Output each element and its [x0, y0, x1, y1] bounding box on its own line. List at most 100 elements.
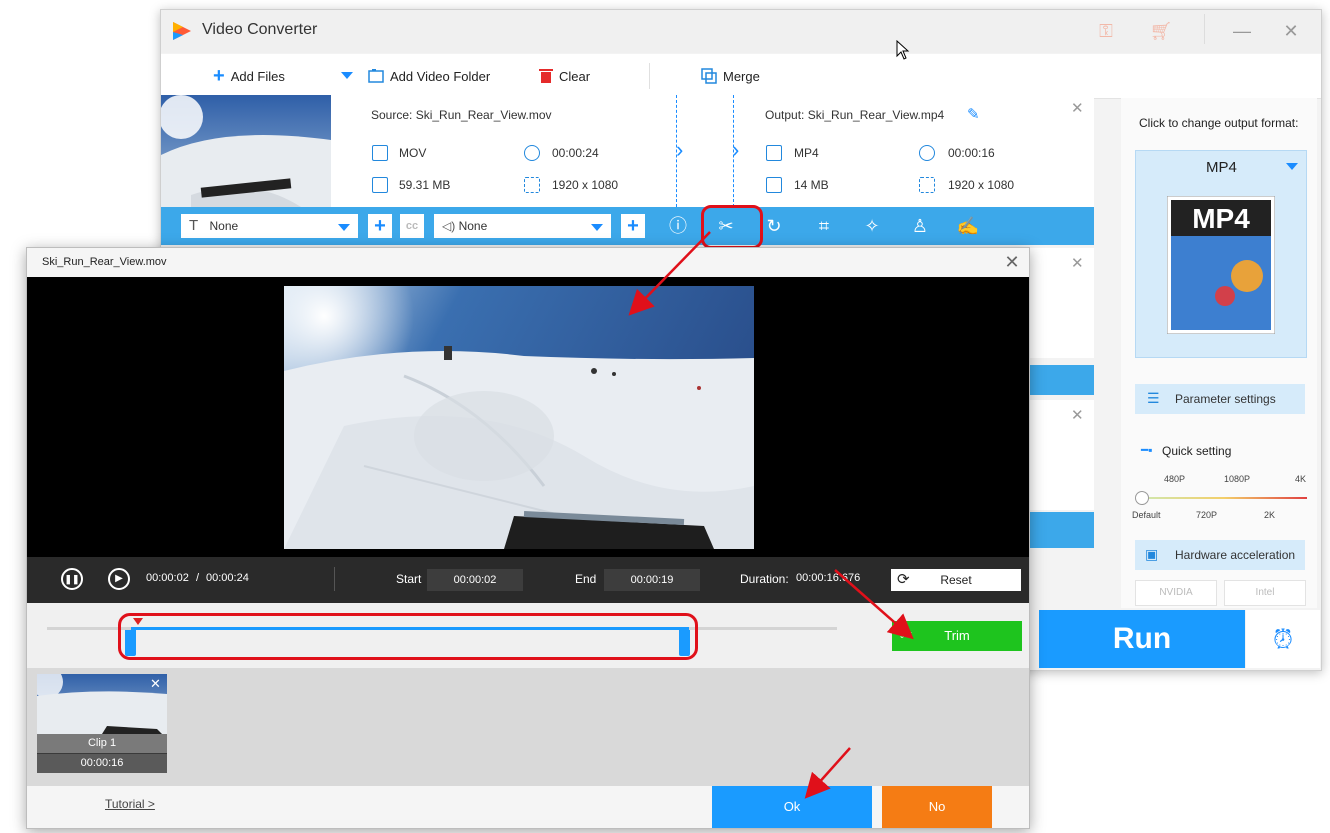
subtitle-select-value: None [209, 219, 239, 233]
scissors-icon: ✂ [900, 627, 913, 644]
ski-thumbnail-image [161, 95, 331, 207]
text-icon: T [189, 217, 199, 234]
add-video-folder-button[interactable]: Add Video Folder [368, 66, 490, 86]
playback-controls: ❚❚ ▶ 00:00:02 / 00:00:24 Start 00:00:02 … [27, 557, 1029, 603]
reset-button[interactable]: ⟳ Reset [891, 569, 1021, 591]
toolbar: + Add Files Add Video Folder Clear Merge [161, 54, 1321, 99]
output-filename: Output: Ski_Run_Rear_View.mp4 [765, 108, 945, 122]
output-resolution: 1920 x 1080 [948, 178, 1015, 192]
add-files-dropdown-icon[interactable] [341, 72, 353, 79]
time-separator: / [196, 572, 200, 584]
video-frame[interactable] [284, 286, 754, 549]
file-item-card: ✕ [1027, 248, 1094, 358]
effects-wand-icon[interactable]: ✧ [860, 214, 884, 238]
source-format: MOV [399, 146, 427, 160]
quality-default: Default [1132, 510, 1161, 520]
remove-file-icon[interactable]: ✕ [1071, 406, 1084, 424]
clip-duration: 00:00:16 [37, 754, 167, 773]
cart-icon[interactable]: 🛒︎ [1146, 18, 1176, 44]
subtitle-edit-icon[interactable]: ✍ [956, 214, 980, 238]
hardware-acceleration-button[interactable]: ▣ Hardware acceleration [1135, 540, 1305, 570]
annotation-highlight-timeline [118, 613, 698, 660]
merge-button[interactable]: Merge [701, 66, 760, 86]
divider-dashed [733, 95, 734, 207]
add-video-folder-label: Add Video Folder [390, 68, 491, 84]
quality-slider-track[interactable] [1141, 497, 1307, 499]
output-format-name: MP4 [1206, 159, 1237, 176]
no-button[interactable]: No [882, 786, 992, 828]
quick-setting-label: Quick setting [1162, 444, 1232, 458]
resolution-icon [524, 177, 540, 193]
end-time-input[interactable]: 00:00:19 [604, 569, 700, 591]
duration-value: 00:00:16.676 [796, 572, 861, 584]
output-format-selector[interactable]: MP4 MP4 [1135, 150, 1307, 358]
output-format-label: Click to change output format: [1139, 116, 1299, 130]
output-format: MP4 [794, 146, 819, 160]
next-frame-icon[interactable]: ▶ [108, 568, 130, 590]
reset-label: Reset [940, 573, 972, 587]
watermark-icon[interactable]: ♙ [908, 214, 932, 238]
crop-icon[interactable]: ⌗ [812, 214, 836, 238]
alarm-clock-icon[interactable]: ⏰︎ [1246, 610, 1320, 668]
ok-button[interactable]: Ok [712, 786, 872, 828]
clip-item[interactable]: ✕ Clip 1 00:00:16 [31, 666, 167, 773]
source-resolution: 1920 x 1080 [552, 178, 619, 192]
mouse-cursor-icon [896, 40, 910, 60]
dialog-bottom-bar: Tutorial > Ok No [27, 786, 1029, 828]
chip-icon: ▣ [1145, 546, 1159, 562]
source-size: 59.31 MB [399, 178, 451, 192]
end-label: End [575, 572, 597, 586]
current-time: 00:00:02 [146, 572, 189, 584]
key-icon[interactable]: ⚿ [1091, 18, 1121, 44]
minimize-icon[interactable]: — [1227, 18, 1257, 44]
quality-2k: 2K [1264, 510, 1276, 520]
remove-clip-icon[interactable]: ✕ [150, 676, 161, 692]
cc-icon[interactable]: cc [400, 214, 424, 238]
titlebar-divider [1204, 14, 1205, 44]
edit-toolbar [1027, 365, 1094, 395]
total-time: 00:00:24 [206, 572, 249, 584]
video-thumbnail[interactable] [161, 95, 331, 207]
start-time-input[interactable]: 00:00:02 [427, 569, 523, 591]
trash-icon [539, 69, 553, 83]
pause-icon[interactable]: ❚❚ [61, 568, 83, 590]
rotate-icon[interactable]: ↻ [762, 214, 786, 238]
intel-badge: Intel [1224, 580, 1306, 606]
quality-480p: 480P [1164, 474, 1186, 484]
start-label: Start [396, 572, 422, 586]
format-icon [766, 145, 782, 161]
mp4-logo-text: MP4 [1192, 203, 1250, 234]
clear-button[interactable]: Clear [539, 66, 590, 86]
add-audio-button[interactable]: + [621, 214, 645, 238]
quality-slider-thumb[interactable] [1135, 491, 1149, 505]
remove-file-icon[interactable]: ✕ [1071, 99, 1084, 117]
subtitle-select[interactable]: T None [181, 214, 358, 238]
info-icon[interactable]: ⓘ [666, 214, 690, 238]
source-duration: 00:00:24 [552, 146, 599, 160]
folder-icon [368, 69, 384, 83]
edit-toolbar: T None + cc ◁) None + ⓘ ✂ ↻ ⌗ ✧ ♙ ✍ [161, 207, 1094, 245]
file-item-card: Source: Ski_Run_Rear_View.mov MOV 00:00:… [161, 95, 1094, 207]
clips-list: ✕ Clip 1 00:00:16 [27, 666, 1029, 786]
edit-pencil-icon[interactable]: ✎ [967, 105, 980, 123]
clip-name: Clip 1 [37, 734, 167, 753]
duration-label: Duration: [740, 572, 789, 586]
toolbar-divider [649, 63, 650, 89]
file-item-card: ✕ [1027, 400, 1094, 510]
output-side-panel: Click to change output format: MP4 MP4 ☰… [1121, 98, 1317, 608]
dialog-close-icon[interactable]: ✕ [1000, 250, 1024, 274]
parameter-settings-button[interactable]: ☰ Parameter settings [1135, 384, 1305, 414]
add-files-button[interactable]: + Add Files [213, 66, 285, 86]
run-button[interactable]: Run [1039, 610, 1245, 668]
remove-file-icon[interactable]: ✕ [1071, 254, 1084, 272]
source-filename: Source: Ski_Run_Rear_View.mov [371, 108, 552, 122]
close-icon[interactable]: ✕ [1276, 18, 1306, 44]
chevron-down-icon [338, 224, 350, 231]
add-subtitle-button[interactable]: + [368, 214, 392, 238]
tutorial-link[interactable]: Tutorial > [105, 797, 155, 811]
trim-button[interactable]: ✂ Trim [892, 621, 1022, 651]
dialog-title: Ski_Run_Rear_View.mov [42, 256, 167, 268]
chevron-down-icon [591, 224, 603, 231]
merge-icon [701, 68, 717, 84]
audio-track-select[interactable]: ◁) None [434, 214, 611, 238]
